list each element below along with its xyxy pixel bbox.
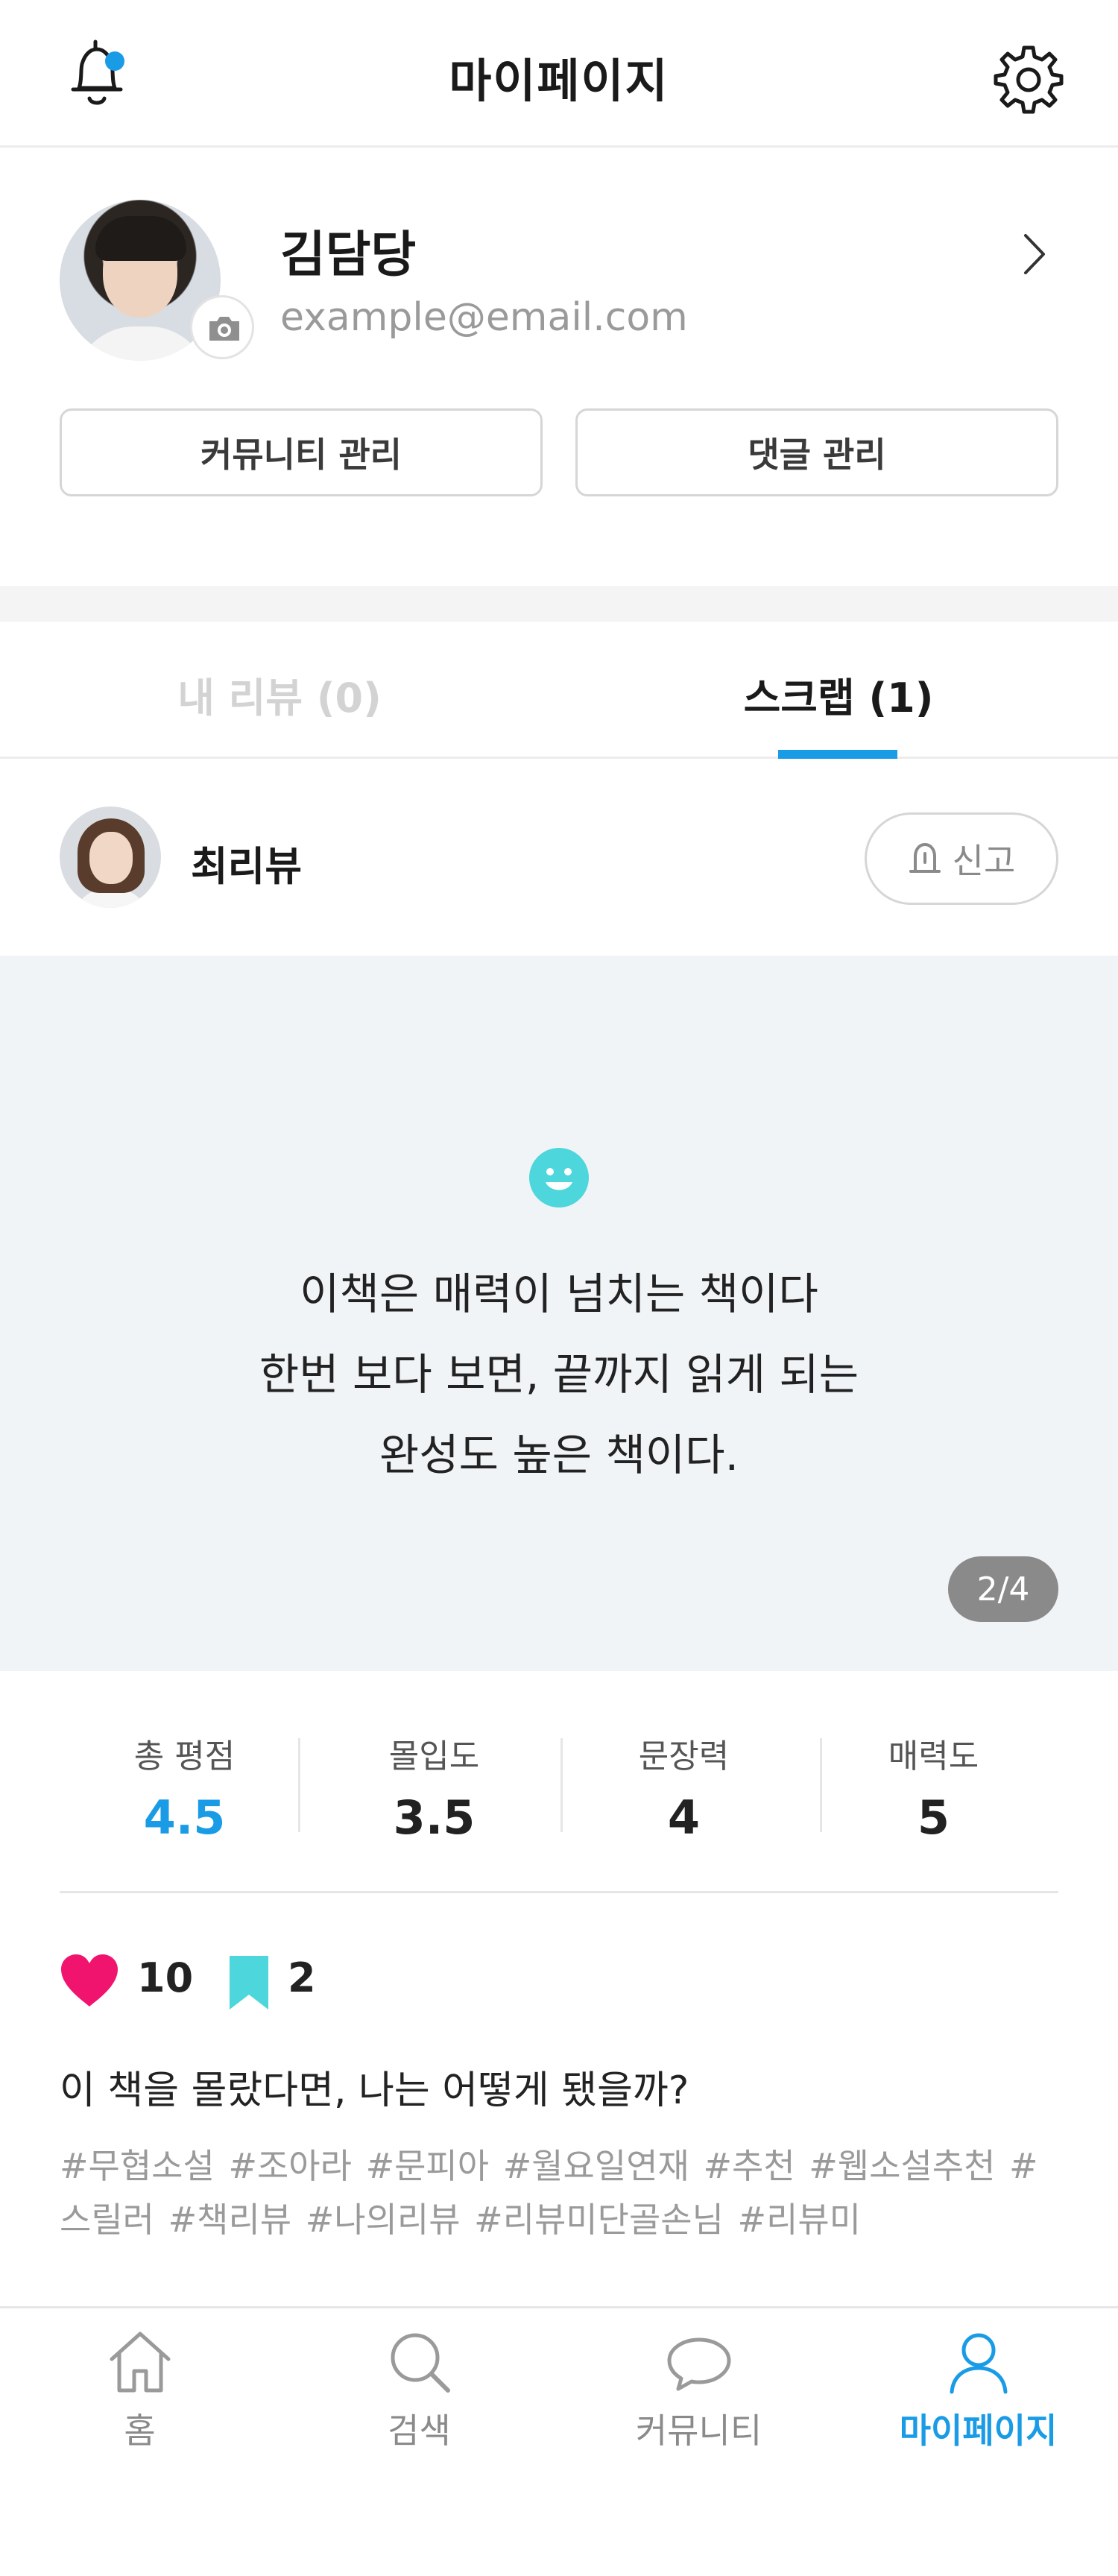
bookmark-icon[interactable] xyxy=(227,1953,271,2012)
profile-section: 김담당 example@email.com 커뮤니티 관리 댓글 관리 xyxy=(0,148,1118,587)
user-icon xyxy=(950,2333,1007,2394)
rating-value: 4.5 xyxy=(143,1790,226,1845)
hashtag-list: #무협소설 #조아라 #문피아 #월요일연재 #추천 #웹소설추천 #스릴러 #… xyxy=(60,2146,1038,2240)
review-title[interactable]: 이 책을 몰랐다면, 나는 어떻게 됐을까? xyxy=(60,2059,689,2115)
reviewer-avatar[interactable] xyxy=(60,806,161,908)
rating-value: 5 xyxy=(917,1790,950,1845)
rating-label: 총 평점 xyxy=(133,1737,236,1775)
review-quote: 이책은 매력이 넘치는 책이다 한번 보다 보면, 끝까지 읽게 되는 완성도 … xyxy=(0,1254,1118,1495)
quote-line: 완성도 높은 책이다. xyxy=(379,1430,739,1480)
rating-total: 총 평점 4.5 xyxy=(60,1729,309,1845)
bottom-nav: 홈 검색 커뮤니티 마이페이지 xyxy=(0,2306,1118,2576)
reviewer-name[interactable]: 최리뷰 xyxy=(191,833,302,892)
page-title: 마이페이지 xyxy=(449,54,669,108)
tab-scrap[interactable]: 스크랩 (1) xyxy=(559,665,1118,724)
quote-line: 한번 보다 보면, 끝까지 읽게 되는 xyxy=(259,1349,859,1400)
heart-icon[interactable] xyxy=(58,1951,121,2008)
search-icon xyxy=(391,2333,450,2393)
smile-icon xyxy=(529,1148,589,1208)
like-count: 10 xyxy=(137,1954,194,2001)
rating-value: 3.5 xyxy=(393,1790,476,1845)
report-icon xyxy=(909,842,941,873)
comment-manage-button[interactable]: 댓글 관리 xyxy=(575,408,1058,496)
rating-divider xyxy=(298,1738,300,1832)
top-header: 마이페이지 xyxy=(0,0,1118,148)
report-button[interactable]: 신고 xyxy=(865,812,1058,905)
nav-home[interactable]: 홈 xyxy=(0,2326,280,2453)
profile-email: example@email.com xyxy=(280,295,688,340)
nav-label: 홈 xyxy=(124,2411,156,2451)
nav-label: 커뮤니티 xyxy=(635,2411,762,2451)
page-indicator: 2/4 xyxy=(948,1556,1058,1622)
rating-immersion: 몰입도 3.5 xyxy=(309,1729,559,1845)
rating-label: 몰입도 xyxy=(388,1737,480,1775)
tab-bar: 내 리뷰 (0) 스크랩 (1) xyxy=(0,622,1118,759)
nav-community[interactable]: 커뮤니티 xyxy=(559,2326,838,2453)
profile-name: 김담당 xyxy=(280,226,417,283)
camera-icon[interactable] xyxy=(190,295,254,359)
home-icon xyxy=(110,2332,170,2393)
rating-label: 문장력 xyxy=(638,1737,730,1775)
rating-label: 매력도 xyxy=(888,1737,979,1775)
nav-search[interactable]: 검색 xyxy=(280,2326,559,2453)
section-divider xyxy=(0,586,1118,622)
chevron-right-icon[interactable] xyxy=(1020,228,1049,280)
review-quote-card[interactable]: 이책은 매력이 넘치는 책이다 한번 보다 보면, 끝까지 읽게 되는 완성도 … xyxy=(0,956,1118,1671)
chat-icon xyxy=(667,2337,730,2391)
nav-label: 마이페이지 xyxy=(899,2411,1058,2451)
tab-indicator xyxy=(778,750,897,759)
rating-value: 4 xyxy=(667,1790,701,1845)
quote-line: 이책은 매력이 넘치는 책이다 xyxy=(300,1269,818,1319)
nav-label: 검색 xyxy=(388,2411,451,2451)
report-label: 신고 xyxy=(952,841,1016,881)
ratings-row: 총 평점 4.5 몰입도 3.5 문장력 4 매력도 5 xyxy=(60,1711,1058,1893)
rating-charm: 매력도 5 xyxy=(809,1729,1058,1845)
rating-writing: 문장력 4 xyxy=(559,1729,809,1845)
scrap-count: 2 xyxy=(288,1954,316,2001)
gear-icon[interactable] xyxy=(991,42,1066,116)
tab-my-reviews[interactable]: 내 리뷰 (0) xyxy=(0,665,559,724)
community-manage-button[interactable]: 커뮤니티 관리 xyxy=(60,408,543,496)
nav-mypage[interactable]: 마이페이지 xyxy=(838,2326,1118,2453)
